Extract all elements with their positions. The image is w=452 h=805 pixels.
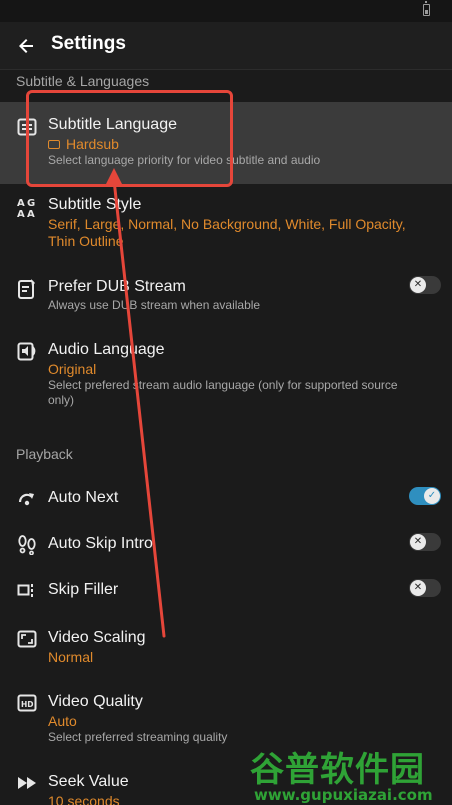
svg-text:A: A bbox=[27, 209, 35, 218]
auto-skip-intro-toggle[interactable]: ✕ bbox=[409, 533, 441, 551]
hd-icon: HD bbox=[16, 692, 38, 714]
text-style-icon: AGAA bbox=[16, 196, 38, 218]
video-quality-row[interactable]: HD Video Quality Auto Select preferred s… bbox=[0, 684, 452, 748]
svg-text:HD: HD bbox=[21, 700, 34, 709]
seek-value-title: Seek Value bbox=[48, 773, 129, 790]
auto-skip-intro-title: Auto Skip Intro bbox=[48, 535, 153, 552]
close-icon: ✕ bbox=[410, 580, 426, 596]
prefer-dub-desc: Always use DUB stream when available bbox=[48, 298, 261, 312]
auto-next-icon bbox=[16, 487, 38, 509]
footprints-icon bbox=[16, 533, 38, 555]
watermark-brand: 谷普软件园 bbox=[250, 750, 425, 790]
battery-icon bbox=[423, 1, 430, 16]
prefer-dub-toggle[interactable]: ✕ bbox=[409, 276, 441, 294]
page-title: Settings bbox=[51, 33, 126, 54]
audio-language-row[interactable]: Audio Language Original Select prefered … bbox=[0, 332, 452, 416]
audio-icon bbox=[16, 340, 38, 362]
video-quality-title: Video Quality bbox=[48, 693, 143, 710]
close-icon: ✕ bbox=[410, 277, 426, 293]
skip-filler-row[interactable]: Skip Filler ✕ bbox=[0, 572, 452, 608]
video-scaling-value: Normal bbox=[48, 649, 94, 665]
auto-skip-intro-row[interactable]: Auto Skip Intro ✕ bbox=[0, 526, 452, 562]
aspect-ratio-icon bbox=[16, 628, 38, 650]
dub-icon bbox=[16, 278, 38, 300]
video-quality-value: Auto bbox=[48, 713, 77, 729]
close-icon: ✕ bbox=[410, 534, 426, 550]
skip-filler-toggle[interactable]: ✕ bbox=[409, 579, 441, 597]
subtitle-style-row[interactable]: AGAA Subtitle Style Serif, Large, Normal… bbox=[0, 186, 452, 256]
subtitle-style-value: Serif, Large, Normal, No Background, Whi… bbox=[48, 216, 406, 249]
audio-language-desc: Select prefered stream audio language (o… bbox=[48, 378, 398, 407]
app-bar: Settings bbox=[0, 22, 452, 70]
audio-language-title: Audio Language bbox=[48, 341, 165, 358]
prefer-dub-row[interactable]: Prefer DUB Stream Always use DUB stream … bbox=[0, 270, 452, 318]
subtitle-style-title: Subtitle Style bbox=[48, 196, 142, 213]
back-arrow-icon[interactable] bbox=[14, 34, 38, 58]
fast-forward-icon bbox=[16, 772, 38, 794]
prefer-dub-title: Prefer DUB Stream bbox=[48, 278, 186, 295]
video-scaling-row[interactable]: Video Scaling Normal bbox=[0, 620, 452, 672]
svg-text:A: A bbox=[17, 209, 25, 218]
svg-text:G: G bbox=[27, 198, 35, 209]
check-icon: ✓ bbox=[424, 488, 440, 504]
section-subtitle-languages: Subtitle & Languages bbox=[16, 73, 150, 89]
audio-language-value: Original bbox=[48, 361, 97, 377]
skip-filler-title: Skip Filler bbox=[48, 581, 119, 598]
video-scaling-title: Video Scaling bbox=[48, 629, 146, 646]
watermark-logo: 谷普软件园 www.gupuxiazai.com bbox=[250, 742, 450, 805]
auto-next-row[interactable]: Auto Next ✓ bbox=[0, 480, 452, 516]
svg-text:A: A bbox=[17, 198, 25, 209]
section-playback: Playback bbox=[16, 446, 73, 462]
auto-next-title: Auto Next bbox=[48, 489, 119, 506]
watermark-url: www.gupuxiazai.com bbox=[254, 786, 433, 804]
status-bar bbox=[0, 0, 452, 22]
auto-next-toggle[interactable]: ✓ bbox=[409, 487, 441, 505]
skip-filler-icon bbox=[16, 579, 38, 601]
annotation-highlight-box bbox=[26, 90, 233, 187]
